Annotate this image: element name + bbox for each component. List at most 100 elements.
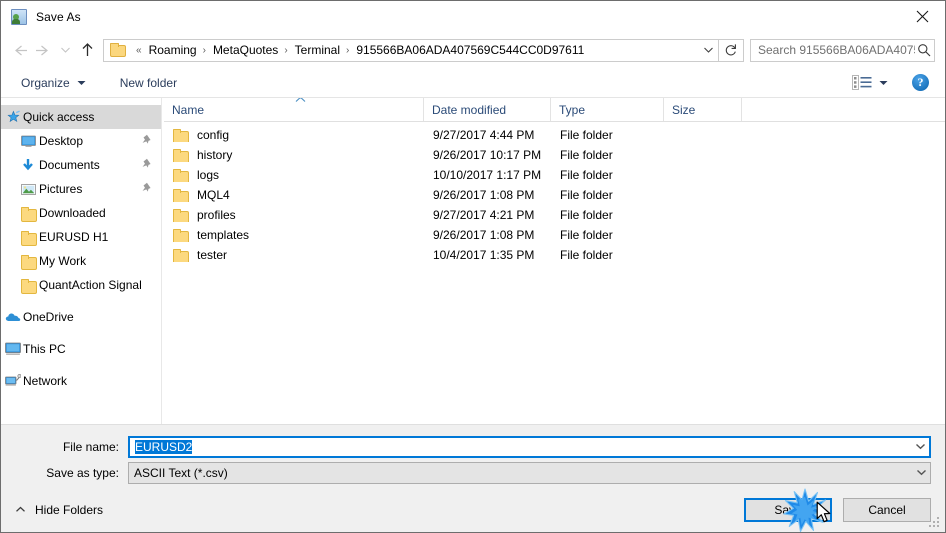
table-row[interactable]: config 9/27/2017 4:44 PM File folder bbox=[164, 125, 945, 145]
pin-icon[interactable] bbox=[142, 158, 153, 173]
new-folder-label: New folder bbox=[119, 75, 178, 90]
cancel-button[interactable]: Cancel bbox=[843, 497, 931, 522]
save-as-type-row: Save as type: ASCII Text (*.csv) bbox=[15, 461, 931, 484]
sidebar-item-label: EURUSD H1 bbox=[39, 230, 109, 244]
column-header-size[interactable]: Size bbox=[664, 98, 742, 121]
column-header-name[interactable]: Name bbox=[164, 98, 424, 121]
close-icon[interactable] bbox=[899, 1, 945, 32]
save-button[interactable]: Save bbox=[744, 497, 832, 522]
file-name-cell: tester bbox=[164, 248, 424, 262]
sidebar-item-label: OneDrive bbox=[23, 310, 74, 324]
save-form: File name: EURUSD2 Save as type: ASCII T… bbox=[1, 425, 945, 487]
sidebar-item-desktop[interactable]: Desktop bbox=[1, 129, 161, 153]
file-type-cell: File folder bbox=[560, 168, 613, 182]
hide-folders-label: Hide Folders bbox=[35, 502, 104, 517]
folder-icon bbox=[20, 277, 37, 294]
this-pc-icon bbox=[5, 341, 21, 357]
table-row[interactable]: profiles 9/27/2017 4:21 PM File folder bbox=[164, 205, 945, 225]
up-arrow-icon[interactable] bbox=[75, 38, 99, 62]
breadcrumb-item-terminal[interactable]: Terminal bbox=[294, 43, 341, 57]
help-icon[interactable]: ? bbox=[912, 74, 929, 91]
sidebar-item-label: Pictures bbox=[39, 182, 83, 196]
sidebar-item-label: Network bbox=[23, 374, 68, 388]
save-as-type-label: Save as type: bbox=[46, 465, 119, 480]
list-view-icon[interactable] bbox=[849, 73, 875, 92]
forward-arrow-icon[interactable] bbox=[31, 38, 55, 62]
dialog-footer: Hide Folders Save Cancel bbox=[1, 487, 945, 532]
folder-icon bbox=[173, 228, 189, 242]
table-row[interactable]: templates 9/26/2017 1:08 PM File folder bbox=[164, 225, 945, 245]
breadcrumb-item-terminal-id[interactable]: 915566BA06ADA407569C544CC0D97611 bbox=[355, 43, 585, 57]
hide-folders-button[interactable]: Hide Folders bbox=[15, 503, 103, 517]
new-folder-button[interactable]: New folder bbox=[114, 73, 183, 93]
address-bar-chevron-down-icon[interactable] bbox=[699, 40, 718, 61]
recent-locations-chevron-down-icon[interactable] bbox=[55, 38, 75, 62]
metatrader-app-icon bbox=[11, 8, 27, 25]
save-as-type-chevron-down-icon[interactable] bbox=[913, 463, 930, 483]
save-button-label: Save bbox=[774, 502, 802, 517]
file-name-input[interactable]: EURUSD2 bbox=[128, 435, 931, 458]
breadcrumb-item-metaquotes[interactable]: MetaQuotes bbox=[212, 43, 279, 57]
sidebar-item-network[interactable]: Network bbox=[1, 369, 161, 393]
file-date-cell: 9/27/2017 4:44 PM bbox=[433, 128, 535, 142]
column-header-filler bbox=[742, 98, 945, 121]
sidebar-item-this-pc[interactable]: This PC bbox=[1, 337, 161, 361]
file-name-value-wrap: EURUSD2 bbox=[130, 439, 912, 454]
search-icon[interactable] bbox=[915, 43, 934, 57]
resize-grip-icon[interactable] bbox=[929, 517, 941, 529]
file-name-label: history bbox=[197, 148, 233, 162]
search-input[interactable]: Search 915566BA06ADA40756... bbox=[750, 38, 935, 62]
file-list-pane: Name Date modified Type Size config 9/27… bbox=[164, 98, 945, 424]
sidebar-item-documents[interactable]: Documents bbox=[1, 153, 161, 177]
sidebar-item-pictures[interactable]: Pictures bbox=[1, 177, 161, 201]
save-as-type-select[interactable]: ASCII Text (*.csv) bbox=[128, 461, 931, 484]
file-name-cell: config bbox=[164, 128, 424, 142]
table-row[interactable]: logs 10/10/2017 1:17 PM File folder bbox=[164, 165, 945, 185]
view-options-caret-down-icon[interactable] bbox=[875, 77, 894, 89]
refresh-icon[interactable] bbox=[719, 38, 744, 62]
pin-icon[interactable] bbox=[142, 134, 153, 149]
folder-icon bbox=[173, 188, 189, 202]
table-row[interactable]: tester 10/4/2017 1:35 PM File folder bbox=[164, 245, 945, 265]
table-row[interactable]: MQL4 9/26/2017 1:08 PM File folder bbox=[164, 185, 945, 205]
cancel-button-label: Cancel bbox=[868, 502, 906, 517]
sidebar-item-my-work[interactable]: My Work bbox=[1, 249, 161, 273]
breadcrumb-item-roaming[interactable]: Roaming bbox=[148, 43, 198, 57]
sidebar-item-quick-access[interactable]: Quick access bbox=[1, 105, 161, 129]
sidebar-item-quantaction-signal[interactable]: QuantAction Signal bbox=[1, 273, 161, 297]
file-name-label: File name: bbox=[62, 439, 119, 454]
column-header-label: Type bbox=[559, 102, 586, 117]
sidebar-item-downloaded[interactable]: Downloaded bbox=[1, 201, 161, 225]
file-name-chevron-down-icon[interactable] bbox=[912, 438, 929, 456]
pin-icon[interactable] bbox=[142, 182, 153, 197]
column-header-label: Size bbox=[672, 102, 696, 117]
file-name-cell: profiles bbox=[164, 208, 424, 222]
column-header-type[interactable]: Type bbox=[551, 98, 664, 121]
table-row[interactable]: history 9/26/2017 10:17 PM File folder bbox=[164, 145, 945, 165]
file-name-cell: history bbox=[164, 148, 424, 162]
file-date-cell: 10/10/2017 1:17 PM bbox=[433, 168, 542, 182]
folder-icon bbox=[110, 43, 126, 57]
caret-down-icon bbox=[77, 80, 86, 86]
file-name-label: tester bbox=[197, 248, 228, 262]
search-placeholder: Search 915566BA06ADA40756... bbox=[758, 43, 915, 57]
pictures-icon bbox=[20, 181, 36, 197]
back-arrow-icon[interactable] bbox=[7, 38, 31, 62]
dialog-body: Quick access Desktop Documents Pictures … bbox=[1, 98, 945, 425]
column-header-date-modified[interactable]: Date modified bbox=[424, 98, 551, 121]
file-name-cell: logs bbox=[164, 168, 424, 182]
sidebar-item-label: Downloaded bbox=[39, 206, 106, 220]
organize-button[interactable]: Organize bbox=[15, 73, 92, 93]
address-bar[interactable]: « Roaming › MetaQuotes › Terminal › 9155… bbox=[103, 38, 719, 62]
folder-icon bbox=[173, 168, 189, 182]
desktop-icon bbox=[20, 133, 36, 149]
sidebar-item-label: QuantAction Signal bbox=[39, 278, 142, 292]
sidebar-item-label: Documents bbox=[39, 158, 100, 172]
file-name-value: EURUSD2 bbox=[135, 439, 193, 454]
sidebar-item-onedrive[interactable]: OneDrive bbox=[1, 305, 161, 329]
folder-icon bbox=[20, 253, 37, 270]
breadcrumb: « Roaming › MetaQuotes › Terminal › 9155… bbox=[131, 43, 699, 57]
sidebar-item-eurusd-h1[interactable]: EURUSD H1 bbox=[1, 225, 161, 249]
breadcrumb-overflow[interactable]: « bbox=[131, 45, 148, 56]
sidebar-item-label: Desktop bbox=[39, 134, 84, 148]
